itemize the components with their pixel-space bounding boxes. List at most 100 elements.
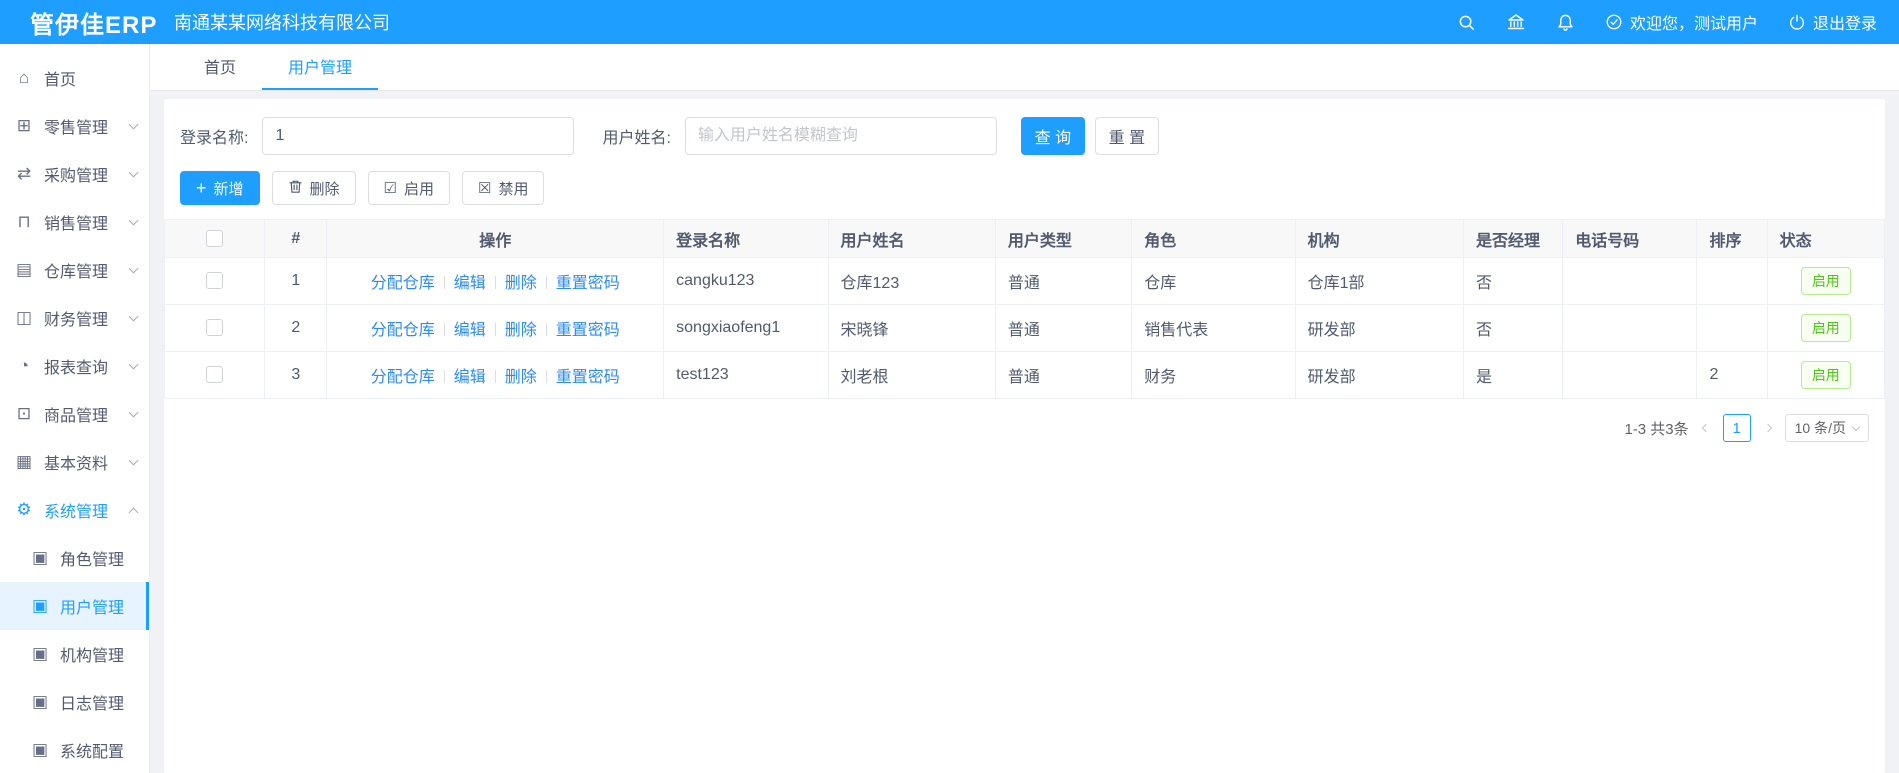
table-toolbar: + 新增 删除 ☑ 启用 ☒ 禁用	[164, 171, 1885, 205]
reset-password-link[interactable]: 重置密码	[556, 322, 620, 339]
sidebar-item-retail[interactable]: ⊞ 零售管理	[0, 102, 149, 150]
cell-type: 普通	[994, 351, 1133, 399]
sidebar-item-system[interactable]: ⚙ 系统管理	[0, 486, 149, 534]
edit-link[interactable]: 编辑	[454, 322, 486, 339]
sidebar-item-basic-data[interactable]: ▦ 基本资料	[0, 438, 149, 486]
user-table: # 操作 登录名称 用户姓名 用户类型 角色 机构 是否经理 电话号码 排序 状…	[164, 219, 1885, 399]
col-header-index: #	[264, 219, 328, 258]
delete-link[interactable]: 删除	[505, 369, 537, 386]
sidebar-item-reports[interactable]: ◔ 报表查询	[0, 342, 149, 390]
sidebar-item-warehouse[interactable]: ▤ 仓库管理	[0, 246, 149, 294]
doc-icon: ▣	[31, 740, 49, 759]
reset-password-link[interactable]: 重置密码	[556, 275, 620, 292]
col-header-name: 用户姓名	[827, 219, 996, 258]
current-page[interactable]: 1	[1722, 414, 1751, 442]
table-row: 1 分配仓库 编辑 删除 重置密码 cangku123 仓库123 普通 仓库 仓库1…	[164, 257, 1885, 305]
assign-warehouse-link[interactable]: 分配仓库	[371, 275, 435, 292]
sidebar-item-system-config[interactable]: ▣ 系统配置	[0, 726, 149, 773]
logout-text: 退出登录	[1812, 16, 1877, 33]
row-checkbox[interactable]	[206, 366, 224, 384]
sidebar-item-goods[interactable]: ⊡ 商品管理	[0, 390, 149, 438]
chevron-down-icon	[128, 263, 139, 274]
sidebar-item-role-mgmt[interactable]: ▣ 角色管理	[0, 534, 149, 582]
chevron-down-icon	[128, 455, 139, 466]
sidebar-item-log-mgmt[interactable]: ▣ 日志管理	[0, 678, 149, 726]
col-header-type: 用户类型	[994, 219, 1133, 258]
sidebar-item-org-mgmt[interactable]: ▣ 机构管理	[0, 630, 149, 678]
bank-building-icon[interactable]	[1506, 12, 1526, 32]
sidebar-item-sales[interactable]: ⊓ 销售管理	[0, 198, 149, 246]
sidebar-item-user-mgmt[interactable]: ▣ 用户管理	[0, 582, 149, 630]
reset-button[interactable]: 重 置	[1094, 117, 1159, 155]
chevron-down-icon	[128, 359, 139, 370]
edit-link[interactable]: 编辑	[454, 369, 486, 386]
assign-warehouse-link[interactable]: 分配仓库	[371, 369, 435, 386]
cell-manager: 否	[1462, 304, 1564, 352]
chevron-left-icon	[1701, 423, 1710, 433]
status-badge: 启用	[1800, 267, 1851, 295]
welcome-user[interactable]: 欢迎您，测试用户	[1605, 10, 1758, 34]
doc-icon: ▣	[31, 548, 49, 567]
report-pie-icon: ◔	[18, 356, 30, 375]
bell-icon[interactable]	[1556, 13, 1575, 32]
row-checkbox[interactable]	[206, 272, 224, 290]
chevron-down-icon	[128, 167, 139, 178]
logout-button[interactable]: 退出登录	[1788, 10, 1877, 34]
user-name-input[interactable]	[684, 117, 997, 155]
row-actions: 分配仓库 编辑 删除 重置密码	[326, 257, 665, 305]
delete-button[interactable]: 删除	[271, 171, 356, 205]
table-row: 3 分配仓库 编辑 删除 重置密码 test123 刘老根 普通 财务 研发部 是 2…	[164, 351, 1885, 399]
divider	[545, 276, 547, 289]
col-header-role: 角色	[1131, 219, 1296, 258]
app-logo[interactable]: 管伊佳ERP	[0, 5, 156, 40]
tab-bar: 首页 用户管理	[150, 44, 1899, 91]
sidebar-item-home[interactable]: ⌂ 首页	[0, 54, 149, 102]
sidebar-item-finance[interactable]: ◫ 财务管理	[0, 294, 149, 342]
user-mgmt-panel: 登录名称: 用户姓名: 查 询 重 置 + 新增 删除	[164, 99, 1885, 773]
divider	[545, 323, 547, 336]
row-checkbox[interactable]	[206, 319, 224, 337]
home-icon: ⌂	[18, 68, 30, 87]
delete-link[interactable]: 删除	[505, 322, 537, 339]
reset-password-link[interactable]: 重置密码	[556, 369, 620, 386]
user-name-label: 用户姓名:	[602, 130, 671, 147]
col-header-actions: 操作	[326, 219, 665, 258]
divider	[494, 276, 496, 289]
search-icon[interactable]	[1457, 13, 1476, 32]
tab-home[interactable]: 首页	[178, 44, 262, 90]
cell-role: 仓库	[1131, 257, 1296, 305]
sidebar-item-purchase[interactable]: ⇄ 采购管理	[0, 150, 149, 198]
page-size-select[interactable]: 10 条/页	[1784, 414, 1869, 442]
cell-name: 宋晓锋	[827, 304, 996, 352]
col-header-org: 机构	[1294, 219, 1464, 258]
enable-button[interactable]: ☑ 启用	[367, 171, 451, 205]
checkbox-crossed-icon: ☒	[478, 179, 492, 197]
col-header-phone: 电话号码	[1562, 219, 1698, 258]
tab-user-mgmt[interactable]: 用户管理	[262, 44, 379, 90]
query-button[interactable]: 查 询	[1020, 117, 1085, 155]
chevron-up-icon	[128, 507, 139, 517]
chevron-down-icon	[128, 215, 139, 226]
retail-icon: ⊞	[16, 116, 32, 135]
chevron-down-icon	[128, 119, 139, 130]
chevron-down-icon	[128, 311, 139, 322]
select-all-checkbox[interactable]	[206, 229, 224, 247]
prev-page-button[interactable]	[1701, 423, 1711, 433]
login-name-input[interactable]	[262, 117, 575, 155]
welcome-text: 欢迎您，测试用户	[1629, 16, 1758, 33]
col-header-manager: 是否经理	[1462, 219, 1564, 258]
chevron-right-icon	[1763, 423, 1772, 433]
add-button[interactable]: + 新增	[180, 171, 260, 205]
disable-button[interactable]: ☒ 禁用	[462, 171, 545, 205]
status-badge: 启用	[1800, 361, 1851, 389]
cell-role: 财务	[1131, 351, 1296, 399]
edit-link[interactable]: 编辑	[454, 275, 486, 292]
doc-icon: ▣	[31, 692, 49, 711]
assign-warehouse-link[interactable]: 分配仓库	[371, 322, 435, 339]
delete-link[interactable]: 删除	[505, 275, 537, 292]
gear-icon: ⚙	[16, 500, 32, 519]
cell-name: 仓库123	[827, 257, 996, 305]
cell-sort	[1696, 304, 1768, 352]
next-page-button[interactable]	[1763, 423, 1773, 433]
pagination-total: 1-3 共3条	[1624, 420, 1689, 438]
